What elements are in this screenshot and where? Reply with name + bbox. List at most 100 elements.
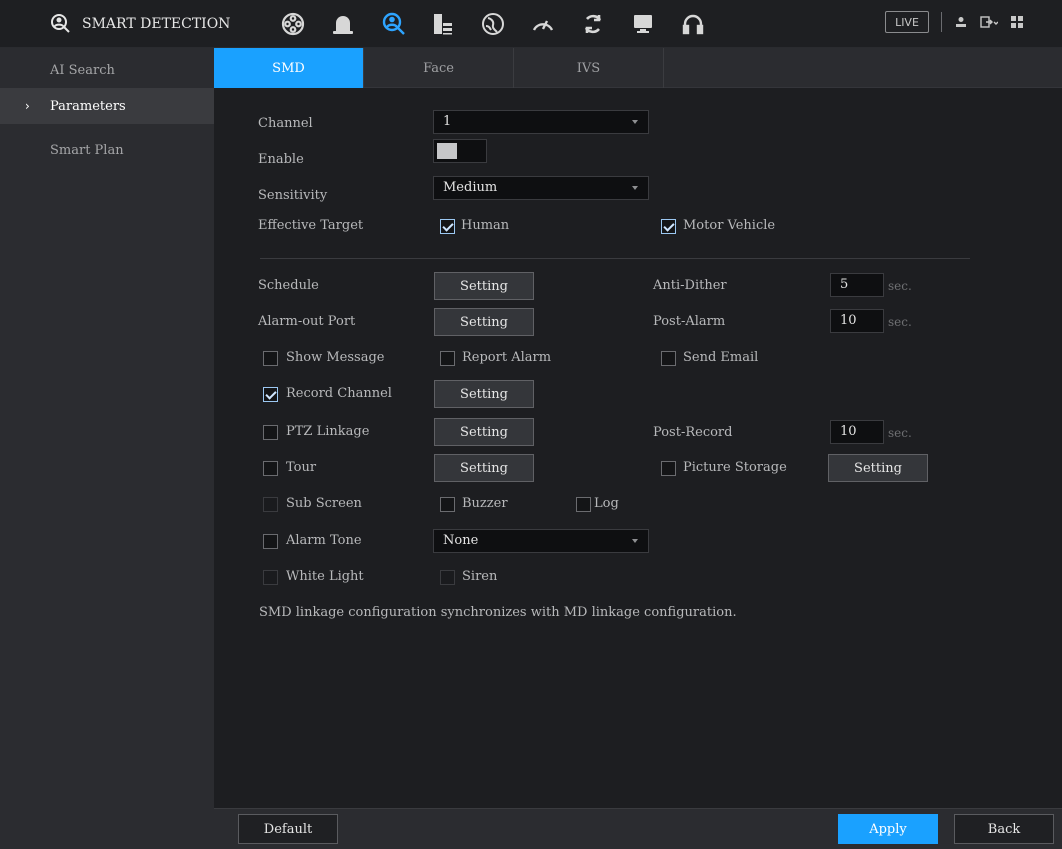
- channel-label: Channel: [258, 116, 313, 131]
- post-record-unit: sec.: [888, 426, 912, 440]
- parameters-panel: Channel 1 Enable Sensitivity Medium Effe…: [214, 88, 1062, 808]
- record-channel-setting-button[interactable]: Setting: [434, 380, 534, 408]
- user-icon[interactable]: [951, 12, 971, 32]
- bottom-action-bar: Default Apply Back: [214, 808, 1062, 849]
- alarm-out-port-label: Alarm-out Port: [258, 314, 356, 329]
- picture-storage-label: Picture Storage: [683, 460, 787, 475]
- post-record-label: Post-Record: [653, 425, 733, 440]
- motor-vehicle-label: Motor Vehicle: [683, 218, 776, 233]
- app-title-text: SMART DETECTION: [82, 16, 231, 32]
- sensitivity-label: Sensitivity: [258, 188, 328, 203]
- enable-label: Enable: [258, 152, 304, 167]
- sidebar: AI Search › Parameters Smart Plan: [0, 48, 214, 849]
- siren-label: Siren: [462, 569, 498, 584]
- alarm-bell-icon[interactable]: [318, 4, 368, 44]
- log-label: Log: [594, 496, 619, 511]
- headset-icon[interactable]: [668, 4, 718, 44]
- buzzer-checkbox[interactable]: [440, 497, 455, 512]
- send-email-checkbox[interactable]: [661, 351, 676, 366]
- alarm-tone-select[interactable]: None: [433, 529, 649, 553]
- log-checkbox[interactable]: [576, 497, 591, 512]
- sensitivity-value: Medium: [443, 180, 498, 195]
- sub-screen-checkbox[interactable]: [263, 497, 278, 512]
- smart-detection-icon: [51, 14, 70, 33]
- motor-vehicle-checkbox[interactable]: [661, 219, 676, 234]
- schedule-setting-button[interactable]: Setting: [434, 272, 534, 300]
- gauge-icon[interactable]: [518, 4, 568, 44]
- anti-dither-label: Anti-Dither: [653, 278, 727, 293]
- smart-detection-icon[interactable]: [368, 4, 418, 44]
- logout-icon[interactable]: [979, 12, 999, 32]
- live-button[interactable]: LIVE: [885, 11, 929, 33]
- alarm-tone-label: Alarm Tone: [286, 533, 362, 548]
- channel-select[interactable]: 1: [433, 110, 649, 134]
- human-checkbox[interactable]: [440, 219, 455, 234]
- white-light-label: White Light: [286, 569, 364, 584]
- toggle-knob: [437, 143, 457, 159]
- sidebar-item-smart-plan[interactable]: Smart Plan: [0, 132, 214, 168]
- ptz-linkage-checkbox[interactable]: [263, 425, 278, 440]
- post-alarm-label: Post-Alarm: [653, 314, 726, 329]
- alarm-tone-checkbox[interactable]: [263, 534, 278, 549]
- tab-face[interactable]: Face: [364, 48, 514, 88]
- white-light-checkbox[interactable]: [263, 570, 278, 585]
- ptz-linkage-label: PTZ Linkage: [286, 424, 370, 439]
- human-label: Human: [461, 218, 510, 233]
- tab-smd[interactable]: SMD: [214, 48, 364, 88]
- film-reel-icon[interactable]: [268, 4, 318, 44]
- app-title: SMART DETECTION: [48, 8, 230, 40]
- anti-dither-unit: sec.: [888, 279, 912, 293]
- storage-icon[interactable]: [418, 4, 468, 44]
- send-email-label: Send Email: [683, 350, 759, 365]
- top-right-icons: [951, 12, 1027, 32]
- enable-toggle[interactable]: [433, 139, 487, 163]
- siren-checkbox[interactable]: [440, 570, 455, 585]
- chevron-right-icon: ›: [25, 99, 30, 113]
- post-alarm-unit: sec.: [888, 315, 912, 329]
- picture-storage-setting-button[interactable]: Setting: [828, 454, 928, 482]
- section-divider: [260, 258, 970, 259]
- tour-checkbox[interactable]: [263, 461, 278, 476]
- tour-label: Tour: [286, 460, 317, 475]
- sync-icon[interactable]: [568, 4, 618, 44]
- main-nav: [268, 4, 718, 44]
- alarm-tone-value: None: [443, 533, 479, 548]
- caret-down-icon: [632, 120, 638, 124]
- sidebar-item-parameters[interactable]: › Parameters: [0, 88, 214, 124]
- post-record-input[interactable]: 10: [830, 420, 884, 444]
- apply-button[interactable]: Apply: [838, 814, 938, 844]
- schedule-label: Schedule: [258, 278, 319, 293]
- picture-storage-checkbox[interactable]: [661, 461, 676, 476]
- sidebar-item-ai-search[interactable]: AI Search: [0, 52, 214, 88]
- linkage-note: SMD linkage configuration synchronizes w…: [259, 605, 737, 620]
- grid-icon[interactable]: [1007, 12, 1027, 32]
- tab-ivs[interactable]: IVS: [514, 48, 664, 88]
- caret-down-icon: [632, 186, 638, 190]
- monitor-icon[interactable]: [618, 4, 668, 44]
- sidebar-item-label: Smart Plan: [50, 142, 124, 158]
- show-message-label: Show Message: [286, 350, 385, 365]
- tab-bar: SMD Face IVS: [214, 48, 1062, 88]
- anti-dither-input[interactable]: 5: [830, 273, 884, 297]
- caret-down-icon: [632, 539, 638, 543]
- show-message-checkbox[interactable]: [263, 351, 278, 366]
- tour-setting-button[interactable]: Setting: [434, 454, 534, 482]
- sidebar-item-label: Parameters: [50, 98, 126, 114]
- effective-target-label: Effective Target: [258, 218, 364, 233]
- channel-value: 1: [443, 114, 452, 129]
- buzzer-label: Buzzer: [462, 496, 508, 511]
- record-channel-checkbox[interactable]: [263, 387, 278, 402]
- back-button[interactable]: Back: [954, 814, 1054, 844]
- default-button[interactable]: Default: [238, 814, 338, 844]
- post-alarm-input[interactable]: 10: [830, 309, 884, 333]
- sub-screen-label: Sub Screen: [286, 496, 362, 511]
- alarm-out-port-setting-button[interactable]: Setting: [434, 308, 534, 336]
- top-divider: [941, 12, 942, 32]
- report-alarm-label: Report Alarm: [462, 350, 552, 365]
- top-bar: SMART DETECTION LIVE: [0, 0, 1062, 48]
- ptz-linkage-setting-button[interactable]: Setting: [434, 418, 534, 446]
- network-icon[interactable]: [468, 4, 518, 44]
- report-alarm-checkbox[interactable]: [440, 351, 455, 366]
- sensitivity-select[interactable]: Medium: [433, 176, 649, 200]
- record-channel-label: Record Channel: [286, 386, 392, 401]
